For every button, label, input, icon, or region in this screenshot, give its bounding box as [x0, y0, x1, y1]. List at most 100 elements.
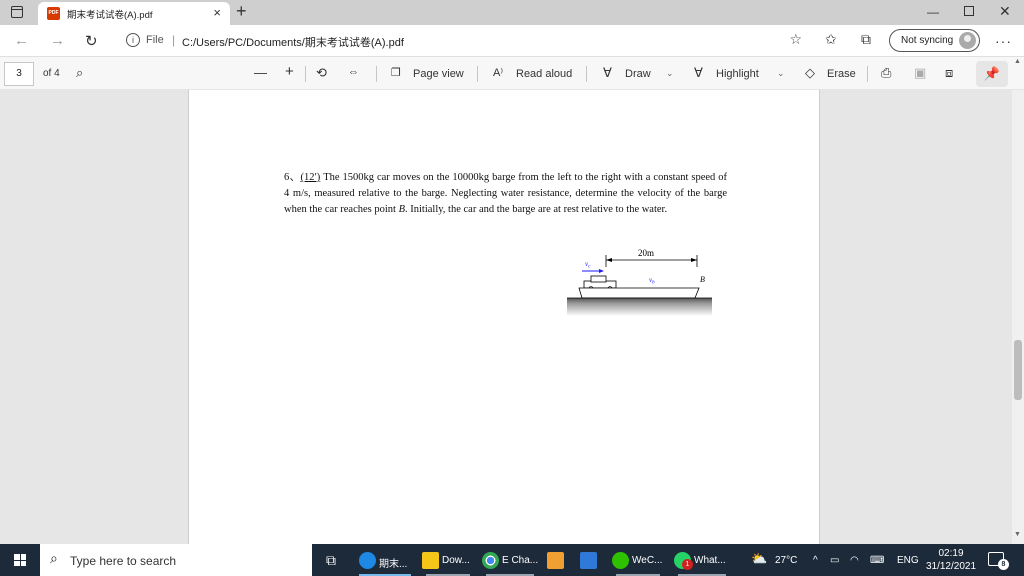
- taskbar-app-mail[interactable]: [578, 544, 602, 576]
- vertical-scrollbar[interactable]: [1012, 90, 1024, 544]
- read-aloud-button[interactable]: Read aloud: [516, 68, 572, 80]
- page-count: of 4: [43, 68, 60, 79]
- avatar: [959, 32, 976, 49]
- search-icon: ⌕: [50, 550, 58, 566]
- url-text[interactable]: C:/Users/PC/Documents/期末考试试卷(A).pdf: [182, 34, 404, 50]
- pdf-page: 6、(12′) The 1500kg car moves on the 1000…: [188, 90, 820, 544]
- taskbar-app-file-explorer[interactable]: Dow...: [420, 544, 476, 576]
- profile-sync-button[interactable]: Not syncing: [889, 29, 980, 52]
- pdf-file-icon: PDF: [47, 7, 60, 20]
- taskbar-search[interactable]: ⌕ Type here to search: [40, 544, 312, 576]
- clock[interactable]: 02:19 31/12/2021: [924, 547, 978, 573]
- print-icon[interactable]: ⎙: [881, 65, 891, 81]
- taskbar-app-chrome[interactable]: E Cha...: [480, 544, 540, 576]
- taskbar-app-label: Dow...: [442, 555, 470, 566]
- collections-icon[interactable]: ⧉: [861, 31, 871, 48]
- taskbar-app-wechat[interactable]: WeC...: [610, 544, 666, 576]
- clock-date: 31/12/2021: [925, 561, 977, 572]
- windows-start-icon[interactable]: [14, 554, 26, 566]
- fit-page-icon[interactable]: ⇔: [348, 66, 359, 78]
- search-icon[interactable]: ⌕: [76, 65, 83, 81]
- problem-text: 6、(12′) The 1500kg car moves on the 1000…: [284, 170, 727, 218]
- tab-close-icon[interactable]: ×: [213, 5, 221, 20]
- taskbar-app-whatsapp[interactable]: 1 What...: [672, 544, 732, 576]
- forward-icon[interactable]: →: [50, 32, 65, 49]
- refresh-icon[interactable]: ↻: [85, 32, 98, 50]
- taskbar-app-store[interactable]: [545, 544, 569, 576]
- divider: [477, 66, 478, 82]
- address-bar[interactable]: i File | C:/Users/PC/Documents/期末考试试卷(A)…: [114, 29, 814, 52]
- save-as-icon[interactable]: ⧈: [945, 65, 953, 81]
- read-aloud-icon[interactable]: A⁾: [493, 66, 503, 79]
- taskbar: ⌕ Type here to search ⧉ 期末... Dow... E C…: [0, 544, 1024, 576]
- page-number-input[interactable]: 3: [4, 62, 34, 86]
- wechat-icon: [612, 552, 629, 569]
- chrome-icon: [482, 552, 499, 569]
- taskbar-app-label: WeC...: [632, 555, 663, 566]
- language-indicator[interactable]: ENG: [897, 555, 919, 566]
- taskbar-app-label: What...: [694, 555, 726, 566]
- wifi-icon[interactable]: ◠: [850, 555, 859, 566]
- page-view-button[interactable]: Page view: [413, 68, 464, 80]
- scroll-down-icon[interactable]: ▼: [1014, 531, 1021, 538]
- url-scheme-label: File: [146, 34, 164, 46]
- folder-icon: [422, 552, 439, 569]
- zoom-in-icon[interactable]: +: [285, 63, 294, 80]
- erase-button[interactable]: Erase: [827, 68, 856, 80]
- tab-actions-icon[interactable]: [11, 6, 23, 18]
- eraser-icon[interactable]: ◇: [805, 65, 815, 81]
- mail-icon: [580, 552, 597, 569]
- highlight-button[interactable]: Highlight: [716, 68, 759, 80]
- distance-label: 20m: [638, 248, 654, 258]
- weather-temperature[interactable]: 27°C: [775, 555, 797, 566]
- car-velocity-label: vc: [585, 260, 591, 270]
- page-view-icon[interactable]: ❐: [391, 66, 401, 79]
- save-icon[interactable]: ▣: [914, 65, 926, 81]
- water-body: [567, 298, 712, 316]
- pdf-viewport[interactable]: 6、(12′) The 1500kg car moves on the 1000…: [0, 90, 1024, 544]
- scroll-up-icon[interactable]: ▲: [1014, 58, 1021, 65]
- back-icon[interactable]: ←: [14, 32, 29, 49]
- barge: [578, 287, 700, 299]
- dimension-arrow-left: [606, 258, 612, 262]
- pin-toolbar-icon[interactable]: 📌: [976, 61, 1008, 87]
- minimize-icon[interactable]: —: [927, 5, 939, 19]
- show-hidden-icons-icon[interactable]: ^: [813, 555, 818, 566]
- problem-points: (12′): [300, 172, 321, 183]
- notification-count: 8: [998, 559, 1009, 570]
- store-icon: [547, 552, 564, 569]
- taskbar-app-label: E Cha...: [502, 555, 539, 566]
- search-placeholder: Type here to search: [70, 554, 177, 568]
- car-velocity-arrowhead: [599, 269, 604, 273]
- highlight-chevron-down-icon[interactable]: ⌄: [777, 68, 785, 79]
- taskbar-app-edge[interactable]: 期末...: [357, 544, 413, 576]
- divider: [867, 66, 868, 82]
- draw-button[interactable]: Draw: [625, 68, 651, 80]
- restore-icon[interactable]: [964, 6, 974, 16]
- add-favorite-icon[interactable]: ☆: [789, 31, 802, 48]
- new-tab-icon[interactable]: +: [236, 1, 247, 22]
- scrollbar-thumb[interactable]: [1014, 340, 1022, 400]
- info-icon[interactable]: i: [126, 33, 140, 47]
- rotate-icon[interactable]: ⟲: [316, 65, 327, 81]
- keyboard-icon[interactable]: ⌨: [870, 555, 884, 566]
- draw-icon[interactable]: ∀: [603, 65, 612, 81]
- highlight-icon[interactable]: ∀: [694, 65, 703, 81]
- weather-icon[interactable]: ⛅: [751, 551, 767, 567]
- draw-chevron-down-icon[interactable]: ⌄: [666, 68, 674, 79]
- point-b-label: B: [700, 275, 705, 284]
- zoom-out-icon[interactable]: —: [254, 65, 267, 80]
- task-view-icon[interactable]: ⧉: [326, 552, 336, 569]
- favorites-icon[interactable]: ✩: [825, 31, 837, 48]
- clock-time: 02:19: [938, 548, 964, 559]
- divider: [305, 66, 306, 82]
- tab-active[interactable]: PDF 期末考试试卷(A).pdf ×: [38, 2, 230, 25]
- sync-label: Not syncing: [901, 35, 954, 46]
- battery-icon[interactable]: ▭: [830, 555, 839, 566]
- dimension-arrow-right: [691, 258, 697, 262]
- pdf-toolbar: 3 of 4 ⌕ — + ⟲ ⇔ ❐ Page view A⁾ Read alo…: [0, 57, 1024, 90]
- window-close-icon[interactable]: ✕: [999, 3, 1011, 20]
- title-bar: PDF 期末考试试卷(A).pdf × + — ✕: [0, 0, 1024, 25]
- edge-icon: [359, 552, 376, 569]
- more-icon[interactable]: ···: [995, 33, 1012, 49]
